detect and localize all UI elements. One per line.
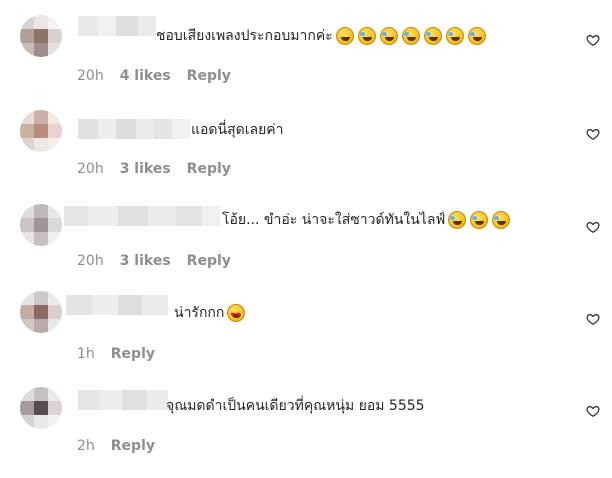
timestamp[interactable]: 2h <box>77 437 95 455</box>
avatar[interactable] <box>20 387 62 429</box>
likes-count[interactable]: 3 likes <box>120 252 171 270</box>
comment-text: น่ารักกก <box>174 303 246 326</box>
comment-meta: 1h Reply <box>77 345 155 363</box>
comment-text: โอ้ย... ขำอ่ะ น่าจะใส่ซาวด์ทันในไลฟ์ <box>222 210 511 230</box>
comment-item: จุณมดดำเป็นคนเดียวที่คุณหนุ่ม ยอม 5555 2… <box>0 372 612 464</box>
comment-item: โอ้ย... ขำอ่ะ น่าจะใส่ซาวด์ทันในไลฟ์ 20h… <box>0 186 612 278</box>
comment-text: จุณมดดำเป็นคนเดียวที่คุณหนุ่ม ยอม 5555 <box>166 396 425 416</box>
reply-button[interactable]: Reply <box>111 437 155 455</box>
heart-outline-icon[interactable] <box>586 220 600 234</box>
comment-body: น่ารักกก <box>174 305 225 321</box>
timestamp[interactable]: 20h <box>77 67 104 85</box>
laugh-emoji-icon <box>492 211 511 229</box>
heart-outline-icon[interactable] <box>586 127 600 141</box>
comment-body: แอดนี่สุดเลยค่า <box>191 122 284 138</box>
username-blurred[interactable] <box>78 390 168 410</box>
comment-meta: 2h Reply <box>77 437 155 455</box>
laugh-emoji-icon <box>445 27 464 45</box>
comment-item: ชอบเสียงเพลงประกอบมากค่ะ 20h 4 likes Rep… <box>0 0 612 92</box>
reply-button[interactable]: Reply <box>111 345 155 363</box>
reply-button[interactable]: Reply <box>187 67 231 85</box>
username-blurred[interactable] <box>64 206 220 226</box>
reply-button[interactable]: Reply <box>187 160 231 178</box>
heart-eyes-emoji-icon <box>227 304 246 326</box>
avatar[interactable] <box>20 15 62 57</box>
laugh-emoji-icon <box>401 27 420 45</box>
comment-meta: 20h 3 likes Reply <box>77 160 231 178</box>
sweat-smile-emoji-icon <box>335 27 354 45</box>
comment-item: แอดนี่สุดเลยค่า 20h 3 likes Reply <box>0 93 612 185</box>
avatar[interactable] <box>20 110 62 152</box>
reply-button[interactable]: Reply <box>187 252 231 270</box>
avatar[interactable] <box>20 204 62 246</box>
comment-body: จุณมดดำเป็นคนเดียวที่คุณหนุ่ม ยอม 5555 <box>166 398 425 414</box>
timestamp[interactable]: 20h <box>77 160 104 178</box>
likes-count[interactable]: 4 likes <box>120 67 171 85</box>
laugh-emoji-icon <box>357 27 376 45</box>
timestamp[interactable]: 20h <box>77 252 104 270</box>
comment-body: โอ้ย... ขำอ่ะ น่าจะใส่ซาวด์ทันในไลฟ์ <box>222 212 446 228</box>
comment-meta: 20h 4 likes Reply <box>77 67 231 85</box>
laugh-emoji-icon <box>379 27 398 45</box>
heart-outline-icon[interactable] <box>586 404 600 418</box>
comment-text: แอดนี่สุดเลยค่า <box>191 120 284 140</box>
comment-body: ชอบเสียงเพลงประกอบมากค่ะ <box>156 28 333 44</box>
laugh-emoji-icon <box>448 211 467 229</box>
comment-item: น่ารักกก 1h Reply <box>0 279 612 371</box>
timestamp[interactable]: 1h <box>77 345 95 363</box>
heart-outline-icon[interactable] <box>586 33 600 47</box>
heart-outline-icon[interactable] <box>586 312 600 326</box>
laugh-emoji-icon <box>470 211 489 229</box>
laugh-emoji-icon <box>467 27 486 45</box>
likes-count[interactable]: 3 likes <box>120 160 171 178</box>
username-blurred[interactable] <box>78 16 156 36</box>
avatar[interactable] <box>20 291 62 333</box>
comment-text: ชอบเสียงเพลงประกอบมากค่ะ <box>156 26 486 46</box>
username-blurred[interactable] <box>78 119 190 139</box>
comment-meta: 20h 3 likes Reply <box>77 252 231 270</box>
username-blurred[interactable] <box>66 295 168 315</box>
laugh-emoji-icon <box>423 27 442 45</box>
